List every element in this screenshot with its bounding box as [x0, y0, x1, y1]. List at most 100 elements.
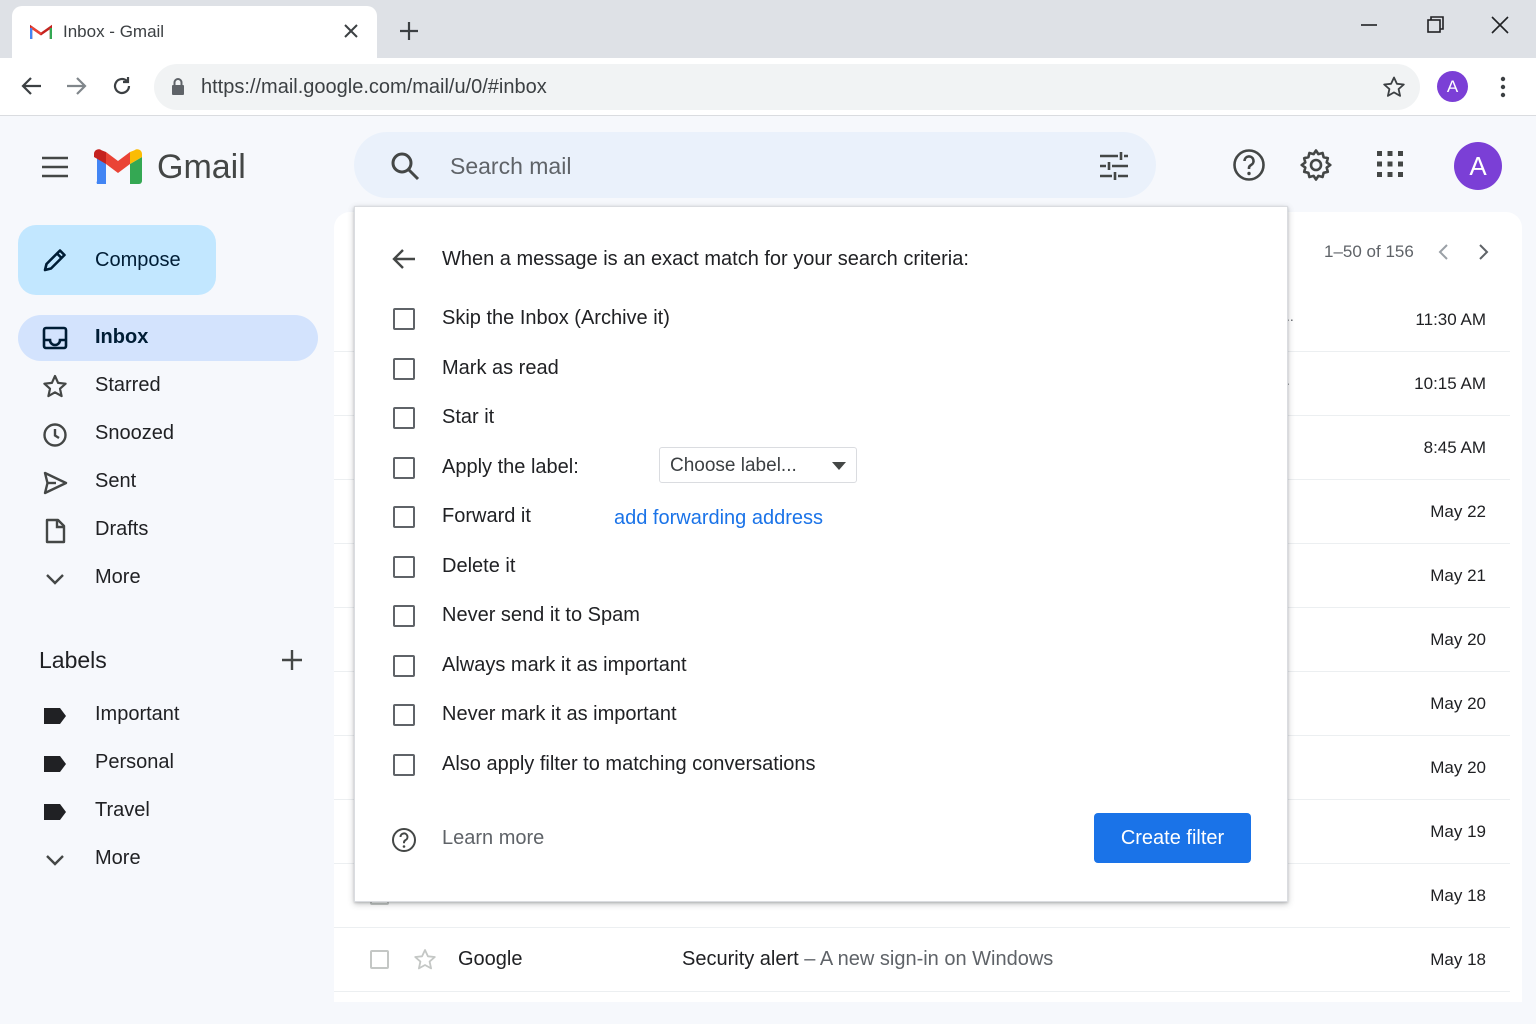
option-never-important[interactable]: Never mark it as important — [391, 701, 1251, 731]
tab-title: Inbox - Gmail — [63, 22, 165, 41]
browser-tab[interactable]: Inbox - Gmail — [12, 6, 377, 58]
pagination-count: 1–50 of 156 — [1324, 242, 1414, 261]
sidebar-labels-more[interactable]: More — [18, 836, 318, 882]
sidebar-item-sent[interactable]: Sent — [18, 459, 318, 505]
chevron-down-icon — [42, 566, 68, 592]
sidebar-label-personal[interactable]: Personal — [18, 740, 318, 786]
mail-sender: Google — [458, 948, 523, 970]
option-checkbox[interactable] — [393, 506, 415, 528]
search-bar[interactable] — [354, 132, 1156, 198]
new-tab-icon[interactable] — [398, 20, 420, 42]
older-page-icon[interactable] — [1435, 243, 1453, 261]
gmail-logo-icon[interactable] — [94, 148, 142, 186]
create-filter-dialog: When a message is an exact match for you… — [354, 206, 1288, 902]
sidebar-item-more[interactable]: More — [18, 555, 318, 601]
mail-snippet: – A new sign-in on Windows — [798, 948, 1054, 970]
sidebar-label-travel[interactable]: Travel — [18, 788, 318, 834]
label-icon — [42, 799, 68, 825]
learn-more-link[interactable]: Learn more — [442, 827, 544, 850]
back-arrow-icon[interactable] — [391, 247, 417, 271]
dropdown-caret-icon — [832, 462, 846, 470]
search-icon[interactable] — [390, 151, 420, 181]
option-checkbox[interactable] — [393, 704, 415, 726]
option-skip-inbox[interactable]: Skip the Inbox (Archive it) — [391, 305, 1251, 335]
table-row[interactable]: Google Security alert – A new sign-in on… — [334, 928, 1510, 992]
sidebar-label-important[interactable]: Important — [18, 692, 318, 738]
browser-menu-icon[interactable] — [1492, 75, 1514, 99]
address-bar[interactable]: https://mail.google.com/mail/u/0/#inbox — [154, 64, 1420, 110]
mail-date: 10:15 AM — [1414, 374, 1486, 393]
sidebar-item-snoozed[interactable]: Snoozed — [18, 411, 318, 457]
option-label: Star it — [442, 406, 495, 428]
option-checkbox[interactable] — [393, 308, 415, 330]
option-forward-it[interactable]: Forward it add forwarding address — [391, 503, 1251, 533]
label-icon — [42, 703, 68, 729]
option-mark-read[interactable]: Mark as read — [391, 355, 1251, 385]
mail-date: May 20 — [1430, 694, 1486, 713]
option-label: Never send it to Spam — [442, 604, 640, 626]
sidebar-item-drafts[interactable]: Drafts — [18, 507, 318, 553]
mail-date: 8:45 AM — [1423, 438, 1486, 457]
option-checkbox[interactable] — [393, 655, 415, 677]
back-icon[interactable] — [20, 74, 44, 98]
compose-button[interactable]: Compose — [18, 225, 216, 295]
apps-grid-icon[interactable] — [1374, 148, 1406, 180]
forward-icon[interactable] — [64, 74, 88, 98]
clock-icon — [42, 422, 68, 448]
choose-label-dropdown[interactable]: Choose label... — [659, 447, 857, 483]
option-label: Forward it add forwarding address — [442, 505, 823, 529]
send-icon — [42, 470, 68, 496]
option-star-it[interactable]: Star it — [391, 404, 1251, 434]
option-never-spam[interactable]: Never send it to Spam — [391, 602, 1251, 632]
mail-subject-line: Security alert – A new sign-in on Window… — [682, 948, 1053, 971]
help-icon[interactable] — [1232, 148, 1266, 182]
option-checkbox[interactable] — [393, 754, 415, 776]
mail-date: May 20 — [1430, 630, 1486, 649]
newer-page-icon[interactable] — [1474, 243, 1492, 261]
sidebar-item-label: Personal — [95, 751, 174, 773]
browser-profile-avatar[interactable]: A — [1437, 71, 1468, 102]
url-text[interactable]: https://mail.google.com/mail/u/0/#inbox — [201, 76, 547, 99]
search-input[interactable] — [450, 151, 1070, 181]
account-avatar[interactable]: A — [1454, 142, 1502, 190]
option-always-important[interactable]: Always mark it as important — [391, 652, 1251, 682]
sidebar-item-label: Important — [95, 703, 180, 725]
star-icon[interactable] — [413, 948, 437, 972]
sidebar-item-starred[interactable]: Starred — [18, 363, 318, 409]
window-close-icon[interactable] — [1489, 14, 1511, 36]
row-checkbox[interactable] — [370, 950, 389, 969]
bookmark-star-icon[interactable] — [1382, 75, 1406, 99]
option-checkbox[interactable] — [393, 556, 415, 578]
inbox-icon — [42, 326, 68, 350]
sidebar-item-inbox[interactable]: Inbox — [18, 315, 318, 361]
reload-icon[interactable] — [110, 74, 134, 98]
sidebar-item-label: Snoozed — [95, 422, 174, 444]
mail-date: May 19 — [1430, 822, 1486, 841]
option-label: Never mark it as important — [442, 703, 677, 725]
option-delete-it[interactable]: Delete it — [391, 553, 1251, 583]
main-menu-icon[interactable] — [40, 154, 70, 180]
add-forwarding-address-link[interactable]: add forwarding address — [614, 507, 823, 530]
settings-gear-icon[interactable] — [1299, 148, 1333, 182]
lock-icon[interactable] — [170, 77, 186, 96]
dropdown-value: Choose label... — [670, 455, 797, 476]
option-apply-label[interactable]: Apply the label: Choose label... — [391, 447, 1251, 484]
option-checkbox[interactable] — [393, 358, 415, 380]
option-apply-to-matching[interactable]: Also apply filter to matching conversati… — [391, 751, 1251, 781]
option-checkbox[interactable] — [393, 605, 415, 627]
option-label: Mark as read — [442, 357, 559, 379]
add-label-icon[interactable] — [280, 648, 304, 672]
option-label: Always mark it as important — [442, 654, 687, 676]
gmail-favicon-icon — [30, 24, 52, 40]
search-options-icon[interactable] — [1098, 151, 1130, 181]
compose-label: Compose — [95, 249, 181, 271]
forward-it-text: Forward it — [442, 505, 531, 527]
restore-icon[interactable] — [1424, 14, 1446, 36]
option-checkbox[interactable] — [393, 407, 415, 429]
minimize-icon[interactable] — [1358, 14, 1380, 36]
create-filter-button[interactable]: Create filter — [1094, 813, 1251, 863]
pencil-icon — [42, 247, 68, 273]
option-checkbox[interactable] — [393, 457, 415, 479]
tab-close-icon[interactable] — [342, 22, 360, 40]
help-icon[interactable] — [391, 827, 417, 853]
